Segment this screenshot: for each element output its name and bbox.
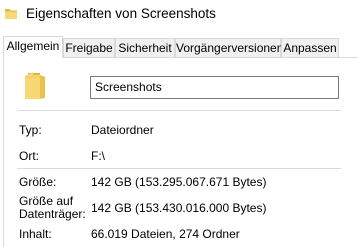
tab-freigabe[interactable]: Freigabe <box>63 38 115 57</box>
tab-allgemein[interactable]: Allgemein <box>3 36 63 58</box>
type-value: Dateiordner <box>91 123 154 137</box>
size-value: 142 GB (153.295.067.671 Bytes) <box>91 175 267 189</box>
size-label: Größe: <box>19 175 57 189</box>
contents-value: 66.019 Dateien, 274 Ordner <box>91 227 240 241</box>
tab-strip: Allgemein Freigabe Sicherheit Vorgängerv… <box>0 36 358 58</box>
separator <box>17 168 341 169</box>
window-title: Eigenschaften von Screenshots <box>26 6 216 21</box>
contents-label: Inhalt: <box>19 227 52 241</box>
type-label: Typ: <box>19 123 42 137</box>
tab-vorgaengerversionen[interactable]: Vorgängerversionen <box>175 38 283 57</box>
location-label: Ort: <box>19 149 39 163</box>
separator <box>17 110 341 111</box>
tab-sicherheit[interactable]: Sicherheit <box>115 38 175 57</box>
folder-name-field[interactable]: Screenshots <box>90 76 339 99</box>
title-bar[interactable]: Eigenschaften von Screenshots <box>0 0 358 30</box>
tab-anpassen[interactable]: Anpassen <box>281 38 339 57</box>
size-on-disk-value: 142 GB (153.430.016.000 Bytes) <box>91 201 267 215</box>
size-on-disk-label: Größe auf Datenträger: <box>19 194 86 221</box>
properties-dialog: Eigenschaften von Screenshots Allgemein … <box>0 0 358 247</box>
folder-icon <box>25 72 45 99</box>
location-value: F:\ <box>91 149 105 163</box>
folder-icon <box>5 9 17 19</box>
